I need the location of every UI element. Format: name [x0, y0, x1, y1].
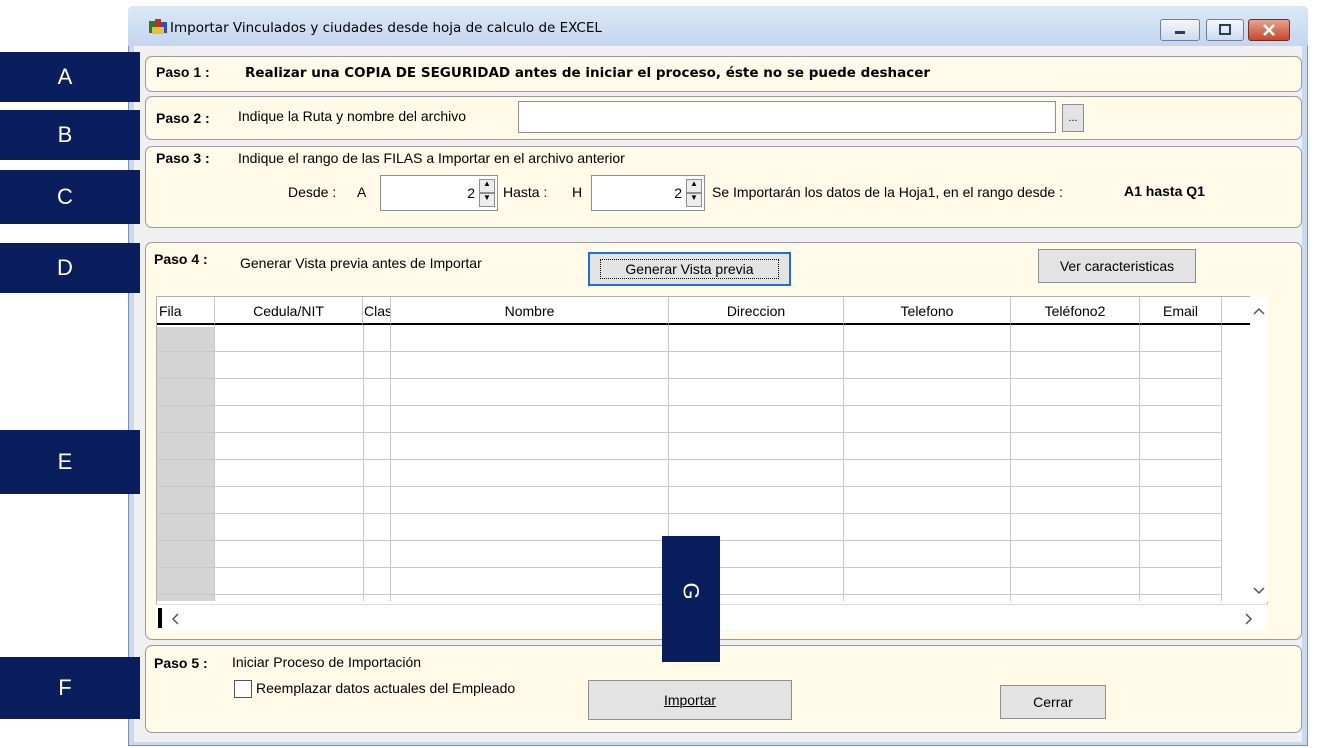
- vertical-scrollbar[interactable]: [1250, 296, 1268, 602]
- marker-g: G: [662, 536, 720, 662]
- desde-column-letter: A: [357, 184, 367, 200]
- scroll-up-icon[interactable]: [1253, 306, 1265, 316]
- step3-label: Paso 3 :: [156, 150, 210, 166]
- column-divider: [1010, 325, 1011, 601]
- scroll-right-icon[interactable]: [1244, 613, 1254, 625]
- column-divider: [363, 325, 364, 601]
- column-divider: [1221, 325, 1222, 601]
- step4-text: Generar Vista previa antes de Importar: [240, 255, 482, 271]
- column-divider: [843, 325, 844, 601]
- column-divider: [390, 325, 391, 601]
- column-divider: [214, 325, 215, 601]
- generate-preview-button[interactable]: Generar Vista previa: [588, 252, 791, 286]
- col-header-email[interactable]: Email: [1140, 297, 1222, 325]
- maximize-icon: [1219, 24, 1231, 35]
- app-icon: [148, 18, 168, 36]
- window-title: Importar Vinculados y ciudades desde hoj…: [170, 20, 602, 36]
- file-path-input[interactable]: [518, 101, 1056, 133]
- spin-up-icon[interactable]: ▲: [686, 179, 702, 193]
- marker-b: B: [0, 110, 140, 160]
- col-header-clas[interactable]: Clas: [363, 297, 391, 325]
- row-header-column: [157, 327, 214, 601]
- table-row: [157, 405, 1221, 406]
- step2-text: Indique la Ruta y nombre del archivo: [238, 108, 467, 124]
- table-row: [157, 513, 1221, 514]
- replace-data-checkbox[interactable]: [234, 680, 252, 698]
- import-label: Importar: [663, 692, 717, 708]
- step5-label: Paso 5 :: [154, 655, 208, 671]
- desde-label: Desde :: [288, 184, 337, 200]
- hasta-label: Hasta :: [503, 184, 548, 200]
- table-row: [157, 432, 1221, 433]
- spin-up-icon[interactable]: ▲: [479, 179, 495, 193]
- scroll-thumb[interactable]: [158, 608, 162, 628]
- step2-label: Paso 2 :: [156, 110, 210, 126]
- import-button[interactable]: Importar: [588, 680, 792, 720]
- col-header-cedula[interactable]: Cedula/NIT: [215, 297, 363, 325]
- scroll-left-icon[interactable]: [170, 613, 180, 625]
- marker-f: F: [0, 657, 140, 719]
- column-divider: [1139, 325, 1140, 601]
- step4-label: Paso 4 :: [154, 251, 208, 267]
- table-row: [157, 459, 1221, 460]
- table-row: [157, 378, 1221, 379]
- table-row: [157, 351, 1221, 352]
- desde-stepper[interactable]: 2 ▲ ▼: [380, 175, 498, 211]
- replace-data-label[interactable]: Reemplazar datos actuales del Empleado: [256, 680, 515, 696]
- step5-text: Iniciar Proceso de Importación: [232, 654, 422, 670]
- maximize-button[interactable]: [1206, 19, 1244, 41]
- desde-value: 2: [467, 185, 475, 201]
- table-row: [157, 486, 1221, 487]
- hasta-value: 2: [674, 185, 682, 201]
- step1-text: Realizar una COPIA DE SEGURIDAD antes de…: [245, 65, 931, 81]
- browse-button[interactable]: ...: [1062, 104, 1084, 132]
- minimize-icon: [1175, 31, 1185, 34]
- minimize-button[interactable]: [1160, 19, 1200, 41]
- col-header-fila[interactable]: Fila: [157, 297, 215, 325]
- generate-preview-label: Generar Vista previa: [600, 259, 779, 279]
- col-header-extra: [1222, 297, 1252, 325]
- view-features-button[interactable]: Ver caracteristicas: [1038, 249, 1196, 283]
- marker-a: A: [0, 52, 140, 102]
- hasta-stepper[interactable]: 2 ▲ ▼: [591, 175, 705, 211]
- marker-d: D: [0, 243, 140, 293]
- range-value: A1 hasta Q1: [1124, 183, 1205, 199]
- col-header-telefono[interactable]: Telefono: [844, 297, 1011, 325]
- close-dialog-button[interactable]: Cerrar: [1000, 685, 1106, 719]
- col-header-telefono2[interactable]: Teléfono2: [1011, 297, 1140, 325]
- step1-label: Paso 1 :: [156, 64, 210, 80]
- col-header-nombre[interactable]: Nombre: [391, 297, 669, 325]
- range-info-text: Se Importarán los datos de la Hoja1, en …: [712, 184, 1063, 200]
- hasta-column-letter: H: [572, 184, 583, 200]
- close-button[interactable]: [1248, 19, 1290, 41]
- close-icon: [1263, 24, 1275, 36]
- scroll-down-icon[interactable]: [1253, 586, 1265, 596]
- marker-c: C: [0, 170, 140, 224]
- marker-e: E: [0, 430, 140, 494]
- col-header-direccion[interactable]: Direccion: [669, 297, 844, 325]
- spin-down-icon[interactable]: ▼: [479, 193, 495, 207]
- step3-text: Indique el rango de las FILAS a Importar…: [238, 150, 625, 166]
- spin-down-icon[interactable]: ▼: [686, 193, 702, 207]
